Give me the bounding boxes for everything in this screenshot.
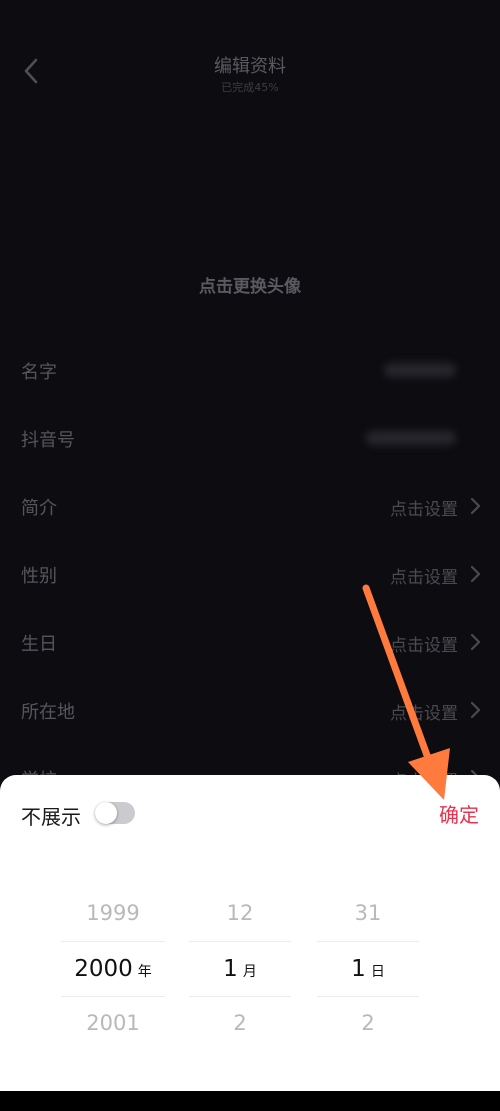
day-prev: 31 bbox=[354, 901, 382, 925]
row-label: 简介 bbox=[21, 498, 57, 519]
month-wheel[interactable]: 12 1月 2 bbox=[189, 887, 291, 1057]
month-next: 2 bbox=[233, 1011, 247, 1035]
profile-row-bio[interactable]: 简介 点击设置 bbox=[0, 472, 500, 540]
hide-birthday-toggle[interactable] bbox=[95, 802, 135, 824]
row-label: 生日 bbox=[21, 634, 57, 655]
chevron-right-icon bbox=[470, 633, 481, 651]
month-selected-row: 1月 bbox=[189, 941, 291, 997]
profile-row-birthday[interactable]: 生日 点击设置 bbox=[0, 608, 500, 676]
chevron-right-icon bbox=[470, 565, 481, 583]
confirm-button[interactable]: 确定 bbox=[439, 799, 479, 828]
day-unit: 日 bbox=[370, 964, 385, 980]
profile-row-name[interactable]: 名字 bbox=[0, 336, 500, 404]
edit-profile-screen: 编辑资料 已完成45% 点击更换头像 名字 抖音号 简介 点击设置 性别 点击设… bbox=[0, 0, 500, 1111]
day-next: 2 bbox=[361, 1011, 375, 1035]
row-value: 点击设置 bbox=[390, 500, 458, 520]
page-title: 编辑资料 bbox=[214, 56, 286, 77]
row-value: 点击设置 bbox=[390, 704, 458, 724]
year-prev: 1999 bbox=[86, 901, 140, 925]
row-value: 点击设置 bbox=[390, 568, 458, 588]
toggle-knob bbox=[95, 802, 117, 824]
day-selected: 1 bbox=[351, 956, 366, 982]
chevron-right-icon bbox=[470, 701, 481, 719]
month-prev: 12 bbox=[226, 901, 254, 925]
row-label: 性别 bbox=[21, 566, 57, 587]
year-unit: 年 bbox=[137, 964, 152, 980]
year-next: 2001 bbox=[86, 1011, 140, 1035]
system-bottom-bar bbox=[0, 1091, 500, 1111]
row-value: 点击设置 bbox=[390, 636, 458, 656]
blurred-id-value bbox=[366, 431, 456, 445]
row-label: 抖音号 bbox=[21, 430, 75, 451]
profile-row-location[interactable]: 所在地 点击设置 bbox=[0, 676, 500, 744]
row-label: 所在地 bbox=[21, 702, 75, 723]
year-wheel[interactable]: 1999 2000 年 2001 bbox=[61, 887, 165, 1057]
day-wheel[interactable]: 31 1日 2 bbox=[317, 887, 419, 1057]
chevron-right-icon bbox=[470, 497, 481, 515]
month-selected: 1 bbox=[223, 956, 238, 982]
profile-row-douyin-id[interactable]: 抖音号 bbox=[0, 404, 500, 472]
year-selected: 2000 bbox=[74, 956, 133, 982]
completion-subtitle: 已完成45% bbox=[221, 81, 279, 94]
year-selected-row: 2000 年 bbox=[61, 941, 165, 997]
row-label: 名字 bbox=[21, 362, 57, 383]
day-selected-row: 1日 bbox=[317, 941, 419, 997]
month-unit: 月 bbox=[242, 964, 257, 980]
birthday-picker-sheet: 不展示 确定 1999 2000 年 2001 12 1月 2 31 1日 2 bbox=[0, 775, 500, 1091]
blurred-name-value bbox=[384, 363, 456, 377]
change-avatar-button[interactable]: 点击更换头像 bbox=[0, 272, 500, 297]
hide-birthday-label: 不展示 bbox=[21, 805, 81, 829]
profile-row-gender[interactable]: 性别 点击设置 bbox=[0, 540, 500, 608]
